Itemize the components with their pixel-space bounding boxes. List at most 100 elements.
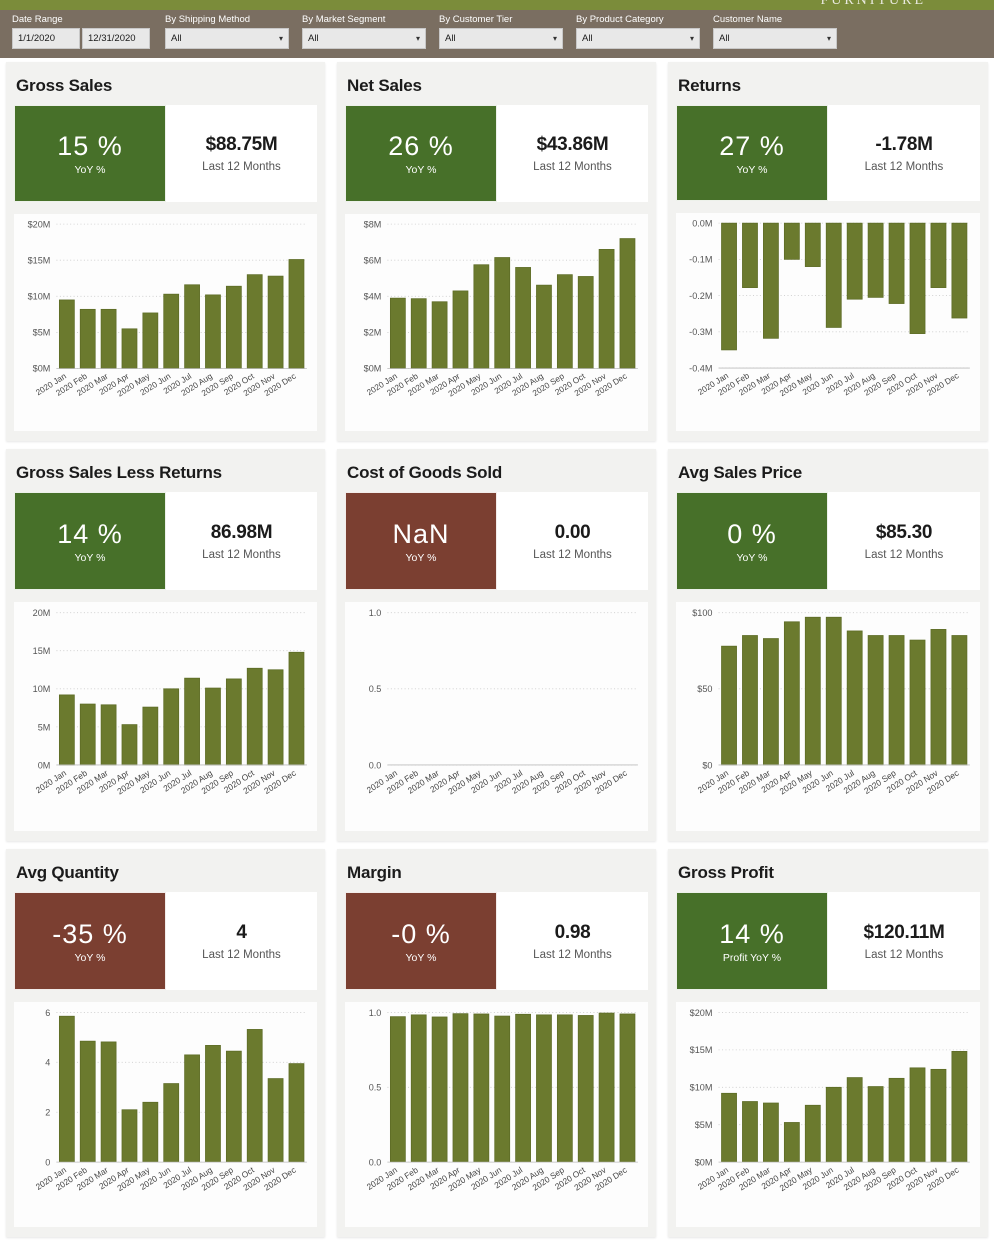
svg-text:$4M: $4M: [364, 291, 382, 301]
svg-text:1.0: 1.0: [369, 1008, 382, 1018]
customer-tier-value: All: [445, 33, 456, 44]
filter-label-customer-tier: By Customer Tier: [439, 14, 513, 25]
shipping-method-select[interactable]: All ▾: [165, 28, 289, 49]
yoy-value: 27 %: [719, 130, 785, 161]
yoy-tile[interactable]: -35 % YoY %: [14, 892, 166, 990]
monthly-bar-chart[interactable]: $0M $5M $10M $15M $20M 2020 Jan 2020 Feb 2020 M…: [676, 1002, 980, 1227]
monthly-bar-chart[interactable]: 0.0 0.5 1.0 2020 Jan 2020 Feb 2020 Mar 2020 Ap…: [345, 1002, 648, 1227]
kpi-card: Net Sales 26 % YoY % $43.86M Last 12 Months $…: [337, 62, 656, 441]
svg-text:-0.2M: -0.2M: [689, 291, 712, 301]
metric-value: 86.98M: [210, 521, 273, 543]
monthly-bar-chart[interactable]: -0.4M -0.3M -0.2M -0.1M 0.0M 2020 Jan 2020 Feb…: [676, 213, 980, 431]
kpi-card: Margin -0 % YoY % 0.98 Last 12 Months 0.0 0.5 1…: [337, 849, 656, 1237]
value-tile[interactable]: 4 Last 12 Months: [166, 892, 317, 990]
value-tile[interactable]: $120.11M Last 12 Months: [828, 892, 980, 990]
filter-date-range: Date Range 1/1/2020 12/31/2020: [12, 13, 152, 49]
svg-text:15M: 15M: [33, 646, 51, 656]
market-segment-select[interactable]: All ▾: [302, 28, 426, 49]
kpi-card: Avg Quantity -35 % YoY % 4 Last 12 Months 0 2 4…: [6, 849, 325, 1237]
svg-text:$2M: $2M: [364, 328, 382, 338]
filter-label-market-segment: By Market Segment: [302, 14, 386, 25]
metric-value: 0.00: [554, 521, 591, 543]
yoy-value: NaN: [392, 518, 450, 549]
yoy-label: YoY %: [74, 951, 106, 964]
value-tile[interactable]: $85.30 Last 12 Months: [828, 492, 980, 590]
yoy-label: YoY %: [736, 551, 768, 564]
monthly-bar-chart[interactable]: $0 $50 $100 2020 Jan 2020 Feb 2020 Mar 2020 Ap…: [676, 602, 980, 831]
kpi-row: 14 % YoY % 86.98M Last 12 Months: [6, 492, 325, 590]
yoy-label: YoY %: [405, 951, 437, 964]
value-tile[interactable]: 86.98M Last 12 Months: [166, 492, 317, 590]
card-title: Avg Sales Price: [678, 463, 802, 482]
svg-text:$20M: $20M: [690, 1008, 713, 1018]
value-tile[interactable]: 0.98 Last 12 Months: [497, 892, 648, 990]
svg-text:-0.3M: -0.3M: [689, 327, 712, 337]
metric-value: $120.11M: [863, 921, 945, 943]
chevron-down-icon: ▾: [552, 34, 557, 43]
yoy-tile[interactable]: -0 % YoY %: [345, 892, 497, 990]
metric-period-label: Last 12 Months: [202, 948, 281, 961]
monthly-bar-chart[interactable]: 0 2 4 6 2020 Jan 2020 Feb 2020 Mar 2020 Apr 2020…: [14, 1002, 317, 1227]
card-title: Gross Sales Less Returns: [16, 463, 222, 482]
yoy-value: 14 %: [719, 918, 785, 949]
metric-value: 0.98: [554, 921, 591, 943]
card-title: Cost of Goods Sold: [347, 463, 503, 482]
svg-text:5M: 5M: [38, 722, 51, 732]
monthly-bar-chart[interactable]: $0M $2M $4M $6M $8M 2020 Jan 2020 Feb 2020 Mar 2…: [345, 213, 648, 431]
yoy-tile[interactable]: 26 % YoY %: [345, 105, 497, 202]
yoy-label: YoY %: [74, 551, 106, 564]
value-tile[interactable]: $88.75M Last 12 Months: [166, 105, 317, 202]
card-title: Margin: [347, 863, 402, 882]
card-title: Returns: [678, 76, 741, 95]
customer-tier-select[interactable]: All ▾: [439, 28, 563, 49]
date-range-start-input[interactable]: 1/1/2020: [12, 28, 80, 49]
yoy-label: YoY %: [405, 163, 437, 176]
filter-shipping-method: By Shipping Method All ▾: [165, 13, 289, 49]
svg-text:6: 6: [45, 1008, 50, 1018]
yoy-tile[interactable]: 15 % YoY %: [14, 105, 166, 202]
yoy-tile[interactable]: 14 % YoY %: [14, 492, 166, 590]
svg-text:$20M: $20M: [28, 219, 51, 229]
yoy-tile[interactable]: NaN YoY %: [345, 492, 497, 590]
monthly-bar-chart[interactable]: $0M $5M $10M $15M $20M 2020 Jan 2020 Feb 2020 M…: [14, 213, 317, 431]
card-title: Net Sales: [347, 76, 422, 95]
date-range-end-input[interactable]: 12/31/2020: [82, 28, 150, 49]
yoy-value: 14 %: [57, 518, 123, 549]
product-category-select[interactable]: All ▾: [576, 28, 700, 49]
svg-text:-0.1M: -0.1M: [689, 255, 712, 265]
customer-name-select[interactable]: All ▾: [713, 28, 837, 49]
chevron-down-icon: ▾: [826, 34, 831, 43]
svg-text:20M: 20M: [33, 608, 51, 618]
customer-name-value: All: [719, 33, 730, 44]
yoy-tile[interactable]: 27 % YoY %: [676, 105, 828, 202]
filter-customer-tier: By Customer Tier All ▾: [439, 13, 563, 49]
yoy-tile[interactable]: 0 % YoY %: [676, 492, 828, 590]
metric-period-label: Last 12 Months: [864, 160, 944, 173]
svg-text:$0M: $0M: [33, 364, 51, 374]
monthly-bar-chart[interactable]: 0.0 0.5 1.0 2020 Jan 2020 Feb 2020 Mar 2020 Ap…: [345, 602, 648, 831]
chevron-down-icon: ▾: [689, 34, 694, 43]
value-tile[interactable]: -1.78M Last 12 Months: [828, 105, 980, 202]
svg-text:-0.4M: -0.4M: [689, 363, 712, 373]
monthly-bar-chart[interactable]: 0M 5M 10M 15M 20M 2020 Jan 2020 Feb 2020 Mar 202…: [14, 602, 317, 831]
kpi-row: -0 % YoY % 0.98 Last 12 Months: [337, 892, 656, 990]
yoy-value: 26 %: [388, 130, 454, 161]
kpi-row: -35 % YoY % 4 Last 12 Months: [6, 892, 325, 990]
card-title: Gross Profit: [678, 863, 774, 882]
filter-product-category: By Product Category All ▾: [576, 13, 700, 49]
svg-text:$6M: $6M: [364, 255, 382, 265]
value-tile[interactable]: 0.00 Last 12 Months: [497, 492, 648, 590]
yoy-tile[interactable]: 14 % Profit YoY %: [676, 892, 828, 990]
filter-bar: Date Range 1/1/2020 12/31/2020 By Shippi…: [0, 10, 994, 58]
svg-text:$5M: $5M: [33, 328, 51, 338]
filter-label-shipping-method: By Shipping Method: [165, 14, 251, 25]
product-category-value: All: [582, 33, 593, 44]
metric-period-label: Last 12 Months: [864, 948, 944, 961]
metric-period-label: Last 12 Months: [533, 160, 612, 173]
kpi-row: 0 % YoY % $85.30 Last 12 Months: [668, 492, 988, 590]
card-title: Gross Sales: [16, 76, 113, 95]
metric-value: 4: [236, 921, 247, 943]
card-title: Avg Quantity: [16, 863, 119, 882]
svg-text:$8M: $8M: [364, 219, 382, 229]
value-tile[interactable]: $43.86M Last 12 Months: [497, 105, 648, 202]
